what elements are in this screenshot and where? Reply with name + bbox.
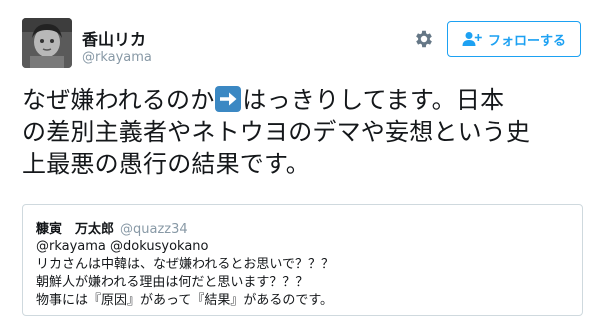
quoted-tweet-body: @rkayama @dokusyokano リカさんは中韓は、なぜ嫌われるとお思…	[36, 238, 334, 310]
quoted-author-username: @quazz34	[120, 222, 188, 237]
author-display-name[interactable]: 香山リカ	[82, 26, 146, 50]
quoted-tweet[interactable]: 糠寅 万太郎 @quazz34 @rkayama @dokusyokano リカさ…	[22, 204, 583, 316]
profile-photo-icon	[22, 18, 72, 68]
quoted-tweet-line: 朝鮮人が嫌われる理由は何だと思います？？？	[36, 275, 309, 290]
tweet-line-1-start: なぜ嫌われるのか	[22, 86, 215, 114]
right-arrow-emoji-icon	[215, 86, 242, 112]
author-avatar[interactable]	[22, 18, 72, 68]
tweet-line-1-end: はっきりしてます。日本	[242, 86, 505, 114]
quoted-tweet-line: @rkayama @dokusyokano	[36, 239, 209, 254]
follow-button[interactable]: フォローする	[447, 21, 581, 57]
tweet-line-1: なぜ嫌われるのか はっきりしてます。日本	[22, 84, 582, 116]
tweet-line-3: 上最悪の愚行の結果です。	[22, 150, 310, 178]
quoted-tweet-header: 糠寅 万太郎 @quazz34	[36, 218, 188, 237]
quoted-tweet-line: リカさんは中韓は、なぜ嫌われるとお思いで？？？	[36, 257, 334, 272]
quoted-tweet-line: 物事には『原因』があって『結果』があるのです。	[36, 293, 334, 308]
tweet-line-2: の差別主義者やネトウヨのデマや妄想という史	[22, 118, 531, 146]
author-username[interactable]: @rkayama	[82, 50, 152, 65]
follow-person-icon	[462, 32, 482, 46]
tweet-text: なぜ嫌われるのか はっきりしてます。日本 の差別主義者やネトウヨのデマや妄想という…	[22, 84, 582, 180]
follow-button-label: フォローする	[487, 33, 566, 49]
quoted-author-name: 糠寅 万太郎	[36, 222, 115, 237]
gear-icon[interactable]	[413, 28, 435, 50]
